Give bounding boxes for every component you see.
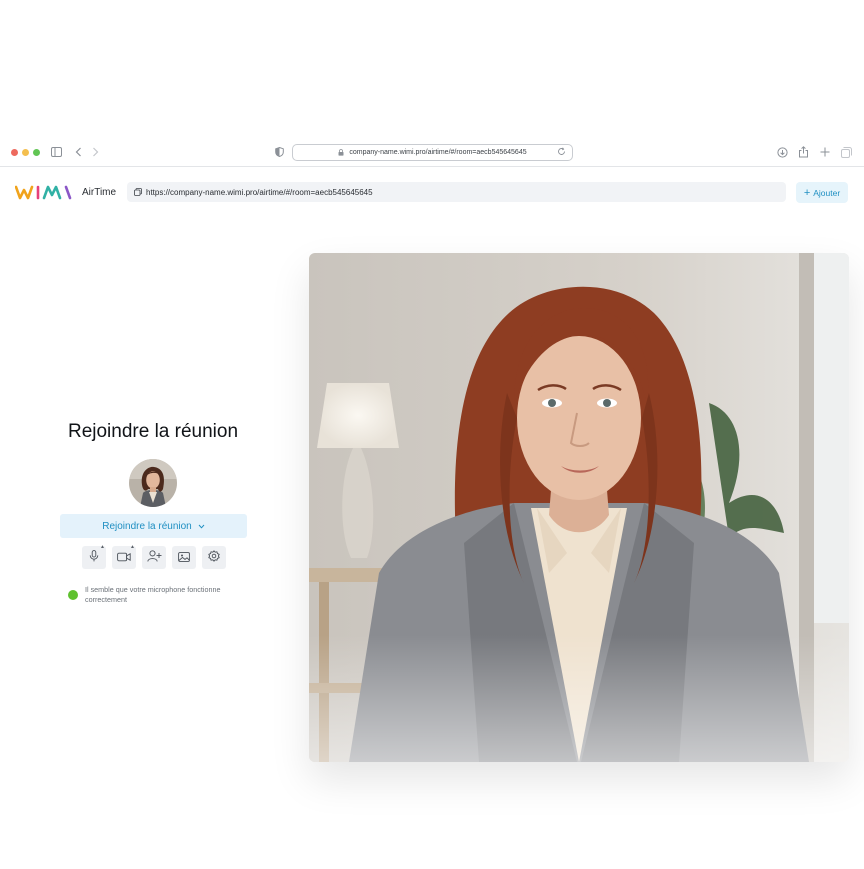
background-button[interactable] [172, 546, 196, 569]
zoom-window-dot[interactable] [33, 149, 40, 156]
invite-button[interactable] [142, 546, 166, 569]
copy-icon[interactable] [134, 188, 142, 196]
add-button[interactable]: + Ajouter [796, 182, 848, 203]
camera-button[interactable]: ▲ [112, 544, 136, 569]
microphone-button[interactable]: ▲ [82, 544, 106, 569]
microphone-icon [89, 549, 99, 567]
mic-status-text: Il semble que votre microphone fonctionn… [85, 585, 221, 604]
room-link-text: https://company-name.wimi.pro/airtime/#/… [146, 187, 373, 197]
close-window-dot[interactable] [11, 149, 18, 156]
settings-icon [208, 549, 220, 567]
room-link-field[interactable]: https://company-name.wimi.pro/airtime/#/… [127, 182, 786, 202]
add-user-icon [146, 549, 162, 567]
join-meeting-button[interactable]: Rejoindre la réunion [60, 514, 247, 538]
lock-icon [338, 149, 344, 156]
join-button-label: Rejoindre la réunion [102, 520, 192, 532]
tab-overview-icon[interactable] [841, 147, 852, 158]
background-image-icon [178, 549, 190, 567]
address-text: company-name.wimi.pro/airtime/#/room=aec… [349, 149, 527, 156]
camera-preview [309, 253, 849, 762]
avatar [129, 459, 177, 507]
back-icon[interactable] [75, 147, 82, 157]
forward-icon[interactable] [92, 147, 99, 157]
wimi-logo [15, 184, 73, 200]
minimize-window-dot[interactable] [22, 149, 29, 156]
share-icon[interactable] [798, 146, 809, 158]
mic-status-indicator [68, 590, 78, 600]
download-icon[interactable] [777, 147, 788, 158]
plus-icon: + [803, 186, 811, 199]
privacy-shield-icon[interactable] [275, 147, 284, 157]
chevron-down-icon [198, 524, 205, 529]
add-button-label: Ajouter [813, 187, 841, 198]
app-title: AirTime [82, 187, 117, 198]
camera-icon [117, 549, 131, 567]
sidebar-toggle-icon[interactable] [51, 147, 62, 157]
new-tab-icon[interactable] [820, 147, 830, 157]
browser-toolbar: company-name.wimi.pro/airtime/#/room=aec… [0, 140, 864, 167]
options-caret-icon[interactable]: ▲ [130, 544, 135, 550]
reload-icon[interactable] [557, 147, 566, 156]
options-caret-icon[interactable]: ▲ [100, 544, 105, 550]
settings-button[interactable] [202, 546, 226, 569]
address-bar[interactable]: company-name.wimi.pro/airtime/#/room=aec… [292, 144, 573, 161]
join-meeting-title: Rejoindre la réunion [67, 421, 239, 442]
